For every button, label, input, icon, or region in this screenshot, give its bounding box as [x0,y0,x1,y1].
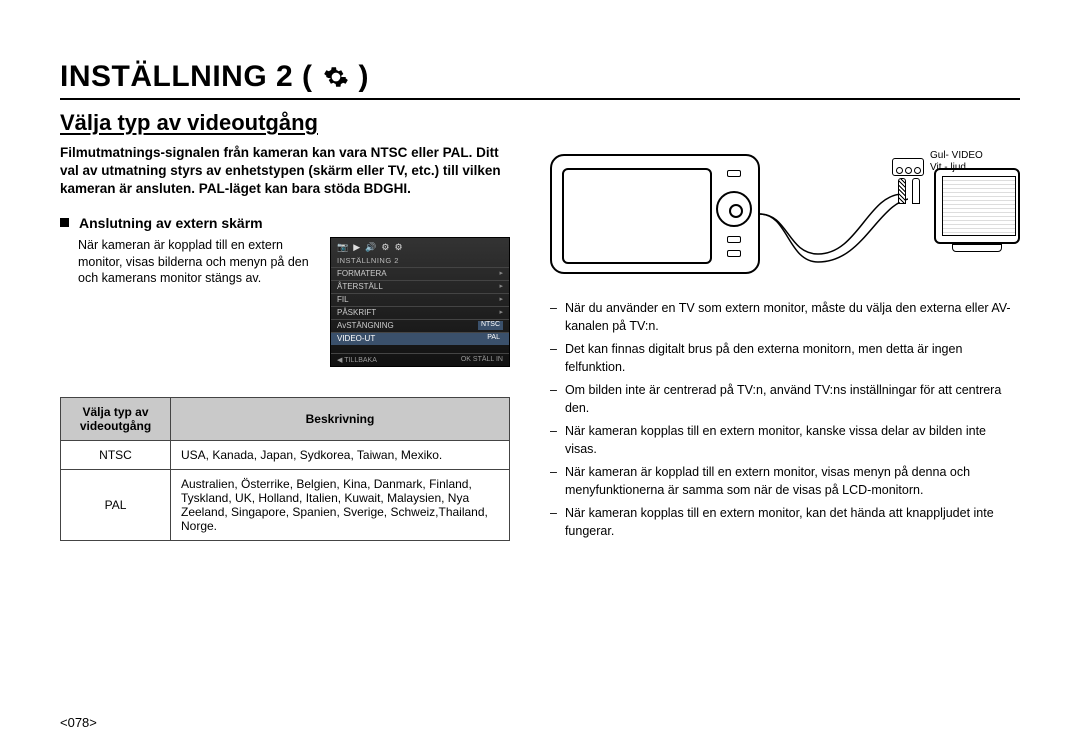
table-header-type: Välja typ av videoutgång [61,397,171,440]
tv-av-ports [892,158,924,176]
connection-diagram: Gul- VIDEO Vit - ljud [550,144,1020,284]
video-output-table: Välja typ av videoutgång Beskrivning NTS… [60,397,510,541]
menu-item-aterstall: ÅTERSTÄLL▸ [331,280,509,293]
menu-item-avstangning: AvSTÄNGNINGNTSC [331,319,509,332]
table-cell-desc: USA, Kanada, Japan, Sydkorea, Taiwan, Me… [171,440,510,469]
subheading: Anslutning av extern skärm [79,215,263,231]
chapter-title-suffix: ) [359,60,370,94]
menu-item-video-ut: VIDEO-UTPAL [331,332,509,345]
chapter-title-prefix: INSTÄLLNING 2 ( [60,60,313,94]
camera-icon: 📷 [337,242,348,253]
rca-plug-white [912,178,920,204]
sound-icon: 🔊 [365,242,376,253]
camera-button [727,236,741,243]
list-item: –Det kan finnas digitalt brus på den ext… [550,341,1020,376]
gear-icon: ⚙ [394,242,402,253]
tv-stand [952,244,1002,252]
table-cell-option: NTSC [61,440,171,469]
table-header-desc: Beskrivning [171,397,510,440]
list-item: –Om bilden inte är centrerad på TV:n, an… [550,382,1020,417]
camera-menu-title: INSTÄLLNING 2 [331,256,509,267]
menu-item-paskrift: PÅSKRIFT▸ [331,306,509,319]
intro-text: Filmutmatnings-signalen från kameran kan… [60,144,510,199]
chapter-title: INSTÄLLNING 2 ( ) [60,60,1020,100]
menu-item-formatera: FORMATERA▸ [331,267,509,280]
gear-icon: ⚙ [381,242,389,253]
menu-item-fil: FIL▸ [331,293,509,306]
play-icon: ▶ [353,242,360,253]
list-item: –När du använder en TV som extern monito… [550,300,1020,335]
rca-plug-yellow [898,178,906,204]
list-item: –När kameran kopplas till en extern moni… [550,423,1020,458]
section-title: Välja typ av videoutgång [60,110,1020,136]
gear-icon [323,64,349,90]
page-number: <078> [60,715,97,730]
body-text: När kameran är kopplad till en extern mo… [60,237,318,367]
av-cable [758,184,908,274]
camera-lcd [562,168,712,264]
camera-menu-screenshot: 📷 ▶ 🔊 ⚙ ⚙ INSTÄLLNING 2 FORMATERA▸ ÅTERS… [330,237,510,367]
square-bullet-icon [60,218,69,227]
camera-button [727,170,741,177]
table-row: PAL Australien, Österrike, Belgien, Kina… [61,469,510,540]
camera-menu-icons: 📷 ▶ 🔊 ⚙ ⚙ [331,242,509,256]
table-cell-option: PAL [61,469,171,540]
table-row: NTSC USA, Kanada, Japan, Sydkorea, Taiwa… [61,440,510,469]
tv-outline [934,168,1020,244]
camera-outline [550,154,760,274]
camera-footer-back: ◀ TILLBAKA [337,356,377,364]
table-cell-desc: Australien, Österrike, Belgien, Kina, Da… [171,469,510,540]
camera-footer-ok: OK STÄLL IN [461,356,503,364]
camera-button [727,250,741,257]
list-item: –När kameran är kopplad till en extern m… [550,464,1020,499]
camera-dpad [716,191,752,227]
notes-list: –När du använder en TV som extern monito… [550,300,1020,540]
list-item: –När kameran kopplas till en extern moni… [550,505,1020,540]
